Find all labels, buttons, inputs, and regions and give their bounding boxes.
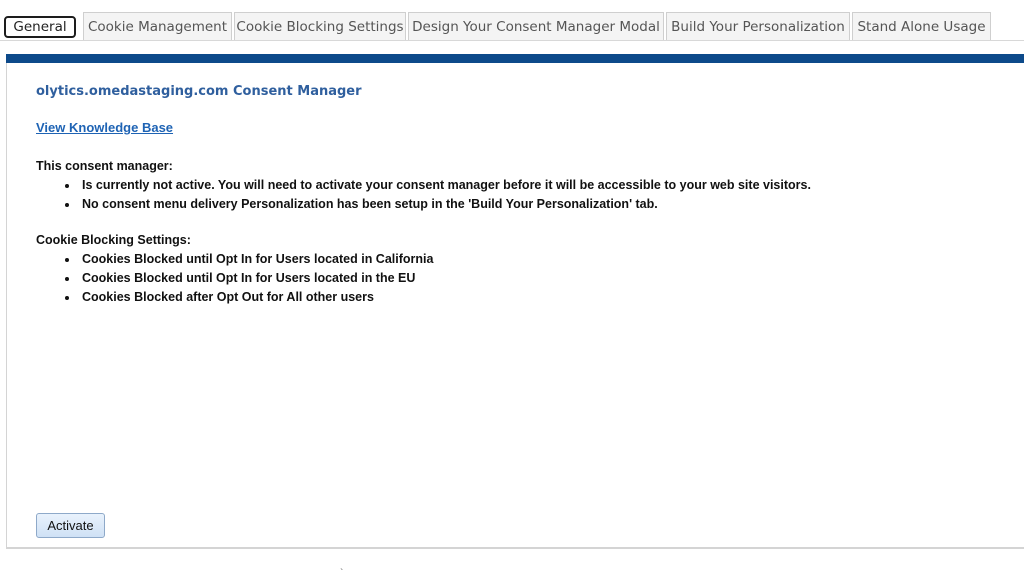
tab-cookie-blocking-settings[interactable]: Cookie Blocking Settings (234, 12, 406, 41)
tab-build-your-personalization[interactable]: Build Your Personalization (666, 12, 850, 41)
panel-bottom-border (6, 548, 1024, 549)
list-item: Cookies Blocked until Opt In for Users l… (48, 250, 433, 269)
page-title: olytics.omedastaging.com Consent Manager (36, 84, 362, 99)
tab-bar-divider (0, 40, 1024, 41)
tab-design-consent-manager-modal[interactable]: Design Your Consent Manager Modal (408, 12, 664, 41)
tab-cookie-management[interactable]: Cookie Management (83, 12, 232, 41)
list-item: Cookies Blocked after Opt Out for All ot… (48, 288, 433, 307)
activate-button[interactable]: Activate (36, 513, 105, 538)
list-item: Cookies Blocked until Opt In for Users l… (48, 269, 433, 288)
list-item: No consent menu delivery Personalization… (48, 195, 811, 214)
stray-mark: ` (340, 568, 344, 579)
panel-accent-bar (6, 54, 1024, 63)
list-item: Is currently not active. You will need t… (48, 176, 811, 195)
tab-bar: General Cookie Management Cookie Blockin… (0, 0, 1024, 42)
view-knowledge-base-link[interactable]: View Knowledge Base (36, 120, 173, 135)
consent-status-list: Is currently not active. You will need t… (48, 176, 811, 214)
tab-stand-alone-usage[interactable]: Stand Alone Usage (852, 12, 991, 41)
cookie-blocking-heading: Cookie Blocking Settings: (36, 233, 191, 247)
cookie-blocking-list: Cookies Blocked until Opt In for Users l… (48, 250, 433, 307)
tab-general[interactable]: General (4, 16, 76, 38)
consent-section-heading: This consent manager: (36, 159, 173, 173)
